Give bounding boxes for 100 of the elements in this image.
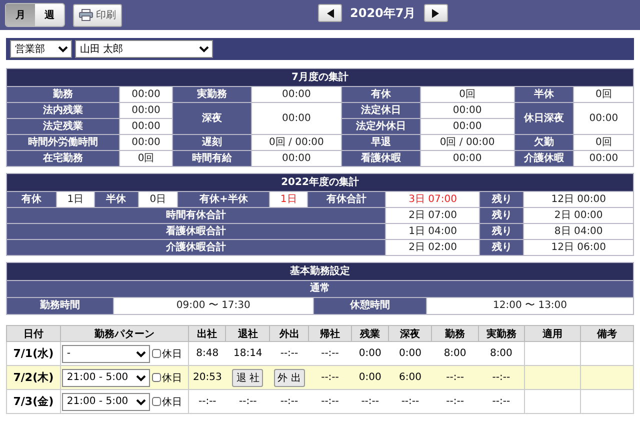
- time-text: --:--: [280, 396, 298, 407]
- table-cell: 00:00: [251, 102, 342, 134]
- header-cell: 勤務時間: [6, 298, 114, 314]
- section-title: 7月度の集計: [6, 68, 634, 86]
- table-cell: 2日 02:00: [386, 240, 480, 256]
- punch-button[interactable]: 外 出: [274, 368, 305, 386]
- header-cell: 勤務: [6, 86, 120, 102]
- table-cell: 12日 06:00: [524, 240, 634, 256]
- time-text: --:--: [492, 396, 510, 407]
- header-cell: 在宅勤務: [6, 150, 120, 166]
- table-cell: 00:00: [119, 102, 173, 118]
- header-cell: 深夜: [172, 102, 252, 134]
- header-cell: 時間有給: [172, 150, 252, 166]
- header-cell: 休日深夜: [514, 102, 574, 134]
- table-cell: 12:00 〜 13:00: [426, 298, 634, 314]
- holiday-checkbox[interactable]: [152, 349, 161, 358]
- time-text: --:--: [492, 372, 510, 383]
- header-cell: 看護休暇: [342, 150, 420, 166]
- table-cell: 00:00: [251, 150, 342, 166]
- time-text: --:--: [401, 396, 420, 407]
- column-header: 残業: [351, 326, 389, 342]
- time-text: 18:14: [233, 348, 262, 359]
- table-cell: 00:00: [420, 102, 514, 118]
- column-header: 退社: [226, 326, 270, 342]
- table-cell: 0回 / 00:00: [251, 134, 342, 150]
- time-text: --:--: [321, 396, 339, 407]
- table-cell: 1日: [56, 192, 94, 208]
- header-cell: 有休+半休: [178, 192, 270, 208]
- header-cell: 介護休暇: [514, 150, 574, 166]
- time-text: 8:00: [490, 348, 512, 359]
- header-cell: 遅刻: [172, 134, 252, 150]
- view-tab[interactable]: 月: [6, 4, 35, 26]
- time-text: 0:00: [399, 348, 422, 359]
- holiday-label: 休日: [162, 348, 182, 360]
- caret-right-icon: [432, 8, 440, 18]
- date-cell: 7/2(木): [6, 366, 60, 390]
- table-cell: 0回: [119, 150, 173, 166]
- header-cell: 残り: [480, 208, 524, 224]
- holiday-checkbox[interactable]: [152, 373, 161, 382]
- table-cell: 8日 04:00: [524, 224, 634, 240]
- header-cell: 法定外休日: [342, 118, 420, 134]
- time-text: --:--: [361, 396, 380, 407]
- header-cell: 法内残業: [6, 102, 120, 118]
- table-cell: 12日 00:00: [524, 192, 634, 208]
- column-header: 適用: [524, 326, 581, 342]
- table-cell: 00:00: [119, 118, 173, 134]
- printer-icon: [79, 9, 93, 21]
- header-cell: 時間外労働時間: [6, 134, 120, 150]
- period-title: 2020年7月: [350, 4, 416, 22]
- time-text: 6:00: [399, 372, 422, 383]
- table-cell: 00:00: [420, 118, 514, 134]
- next-month-button[interactable]: [424, 4, 448, 22]
- table-cell: 0回 / 00:00: [420, 134, 514, 150]
- column-header: 外出: [270, 326, 309, 342]
- column-header: 勤務: [432, 326, 479, 342]
- time-text: --:--: [446, 372, 464, 383]
- view-tab[interactable]: 週: [35, 4, 64, 26]
- column-header: 実勤務: [478, 326, 524, 342]
- table-cell: 00:00: [574, 102, 634, 134]
- section-title: 2022年度の集計: [6, 174, 634, 192]
- punch-button[interactable]: 退 社: [232, 368, 264, 386]
- table-cell: 0回: [574, 86, 634, 102]
- time-text: 8:48: [196, 348, 219, 359]
- header-cell: 有休: [6, 192, 57, 208]
- holiday-checkbox[interactable]: [152, 397, 161, 406]
- header-cell: 時間有休合計: [6, 208, 386, 224]
- holiday-label: 休日: [162, 372, 182, 384]
- table-cell: 09:00 〜 17:30: [113, 298, 314, 314]
- table-cell: 0回: [420, 86, 514, 102]
- header-cell: 残り: [480, 192, 524, 208]
- header-cell: 残り: [480, 224, 524, 240]
- table-cell: 00:00: [251, 86, 342, 102]
- pattern-select[interactable]: 21:00 - 5:00: [62, 392, 150, 410]
- column-header: 深夜: [388, 326, 432, 342]
- table-cell: 2日 07:00: [386, 208, 480, 224]
- time-text: --:--: [198, 396, 216, 407]
- employee-select[interactable]: 山田 太郎: [75, 40, 213, 58]
- time-text: --:--: [280, 348, 298, 359]
- header-cell: 法定休日: [342, 102, 420, 118]
- department-select[interactable]: 営業部: [10, 40, 72, 58]
- column-header: 帰社: [308, 326, 352, 342]
- header-cell: 看護休暇合計: [6, 224, 386, 240]
- previous-month-button[interactable]: [318, 4, 342, 22]
- pattern-select[interactable]: -: [62, 344, 150, 362]
- column-header: 出社: [188, 326, 226, 342]
- time-text: 0:00: [358, 348, 382, 359]
- header-cell: 半休: [514, 86, 574, 102]
- header-cell: 法定残業: [6, 118, 120, 134]
- print-button[interactable]: 印刷: [73, 4, 122, 26]
- column-header: 勤務パターン: [60, 326, 188, 342]
- time-text: 8:00: [444, 348, 466, 359]
- table-cell: 3日 07:00: [386, 192, 480, 208]
- time-text: --:--: [446, 396, 464, 407]
- header-cell: 有休: [342, 86, 420, 102]
- table-cell: 00:00: [574, 150, 634, 166]
- table-cell: 1日: [270, 192, 308, 208]
- time-text: --:--: [321, 372, 339, 383]
- holiday-label: 休日: [162, 396, 182, 408]
- pattern-select[interactable]: 21:00 - 5:00: [62, 368, 150, 386]
- time-text: --:--: [238, 396, 257, 407]
